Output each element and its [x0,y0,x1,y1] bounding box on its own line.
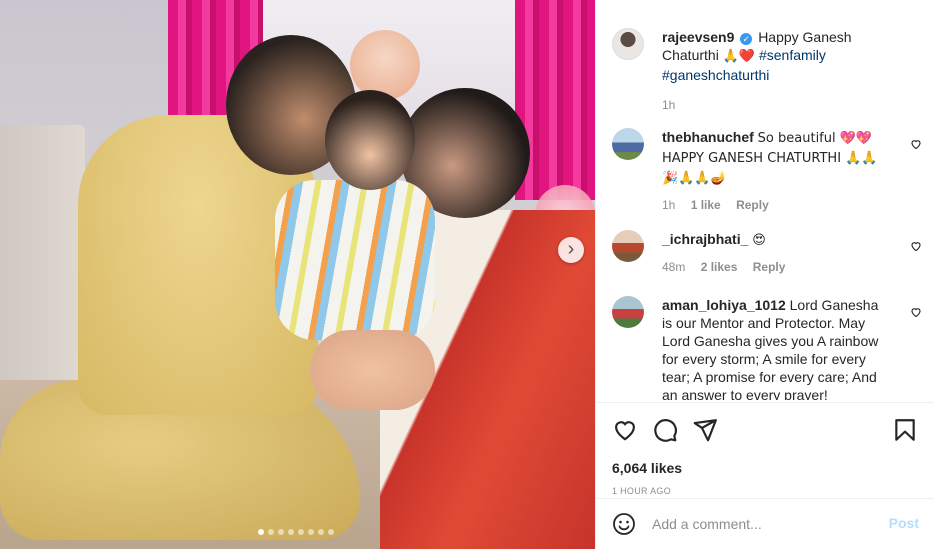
comment-username[interactable]: thebhanuchef [662,129,754,145]
ganesh-idol [350,30,420,100]
hashtag-link[interactable]: #ganeshchaturthi [662,67,769,83]
share-icon[interactable] [692,417,718,443]
carousel-dot [328,529,334,535]
comments-scroll[interactable]: rajeevsen9 ✓ Happy Ganesh Chaturthi 🙏❤️ … [596,0,934,400]
add-comment-bar: Post [596,498,934,549]
post-actions: 6,064 likes 1 HOUR AGO [596,402,934,498]
avatar[interactable] [612,128,644,160]
carousel-dot [308,529,314,535]
baby-dress [275,180,435,340]
verified-badge-icon: ✓ [740,33,753,45]
heart-icon[interactable] [612,417,638,443]
carousel-dot [278,529,284,535]
comment-like-heart-icon[interactable] [910,306,922,321]
comment-username[interactable]: _ichrajbhati_ [662,231,748,247]
sofa [0,125,85,385]
comment-like-heart-icon[interactable] [910,240,922,255]
post-timestamp: 1 HOUR AGO [612,486,672,496]
carousel-next-button[interactable]: › [558,237,584,263]
comment-likes[interactable]: 2 likes [701,260,738,274]
comment-item: aman_lohiya_1012 Lord Ganesha is our Men… [612,296,922,400]
caption-username[interactable]: rajeevsen9 [662,29,734,45]
comment-item: thebhanuchef So beautiful 💖💖 HAPPY GANES… [612,128,922,214]
caption-emojis: 🙏❤️ [722,49,756,64]
caption-age: 1h [662,98,676,112]
post-side-panel: rajeevsen9 ✓ Happy Ganesh Chaturthi 🙏❤️ … [595,0,934,549]
carousel-dot [288,529,294,535]
add-comment-input[interactable] [652,514,872,534]
caption-entry: rajeevsen9 ✓ Happy Ganesh Chaturthi 🙏❤️ … [612,28,922,114]
baby-head [325,90,415,190]
post-photo[interactable]: › [0,0,595,549]
comment-username[interactable]: aman_lohiya_1012 [662,297,786,313]
reply-button[interactable]: Reply [753,260,786,274]
comment-text: 😍 [752,233,766,248]
carousel-dot [298,529,304,535]
avatar[interactable] [612,28,644,60]
carousel-dot [268,529,274,535]
comment-icon[interactable] [652,417,678,443]
post-comment-button[interactable]: Post [889,515,919,531]
comment-age: 48m [662,260,686,274]
carousel-dots [258,529,334,535]
baby-legs [310,330,435,410]
comment-age: 1h [662,198,676,212]
hashtag-link[interactable]: #senfamily [759,47,826,63]
carousel-dot [318,529,324,535]
avatar[interactable] [612,296,644,328]
comment-item: _ichrajbhati_ 😍 48m 2 likes Reply [612,230,922,276]
avatar[interactable] [612,230,644,262]
comment-likes[interactable]: 1 like [691,198,721,212]
carousel-dot [258,529,264,535]
smiley-icon[interactable] [612,512,636,536]
likes-count[interactable]: 6,064 likes [612,460,682,476]
bookmark-icon[interactable] [892,417,918,443]
comment-like-heart-icon[interactable] [910,138,922,153]
reply-button[interactable]: Reply [736,198,769,212]
